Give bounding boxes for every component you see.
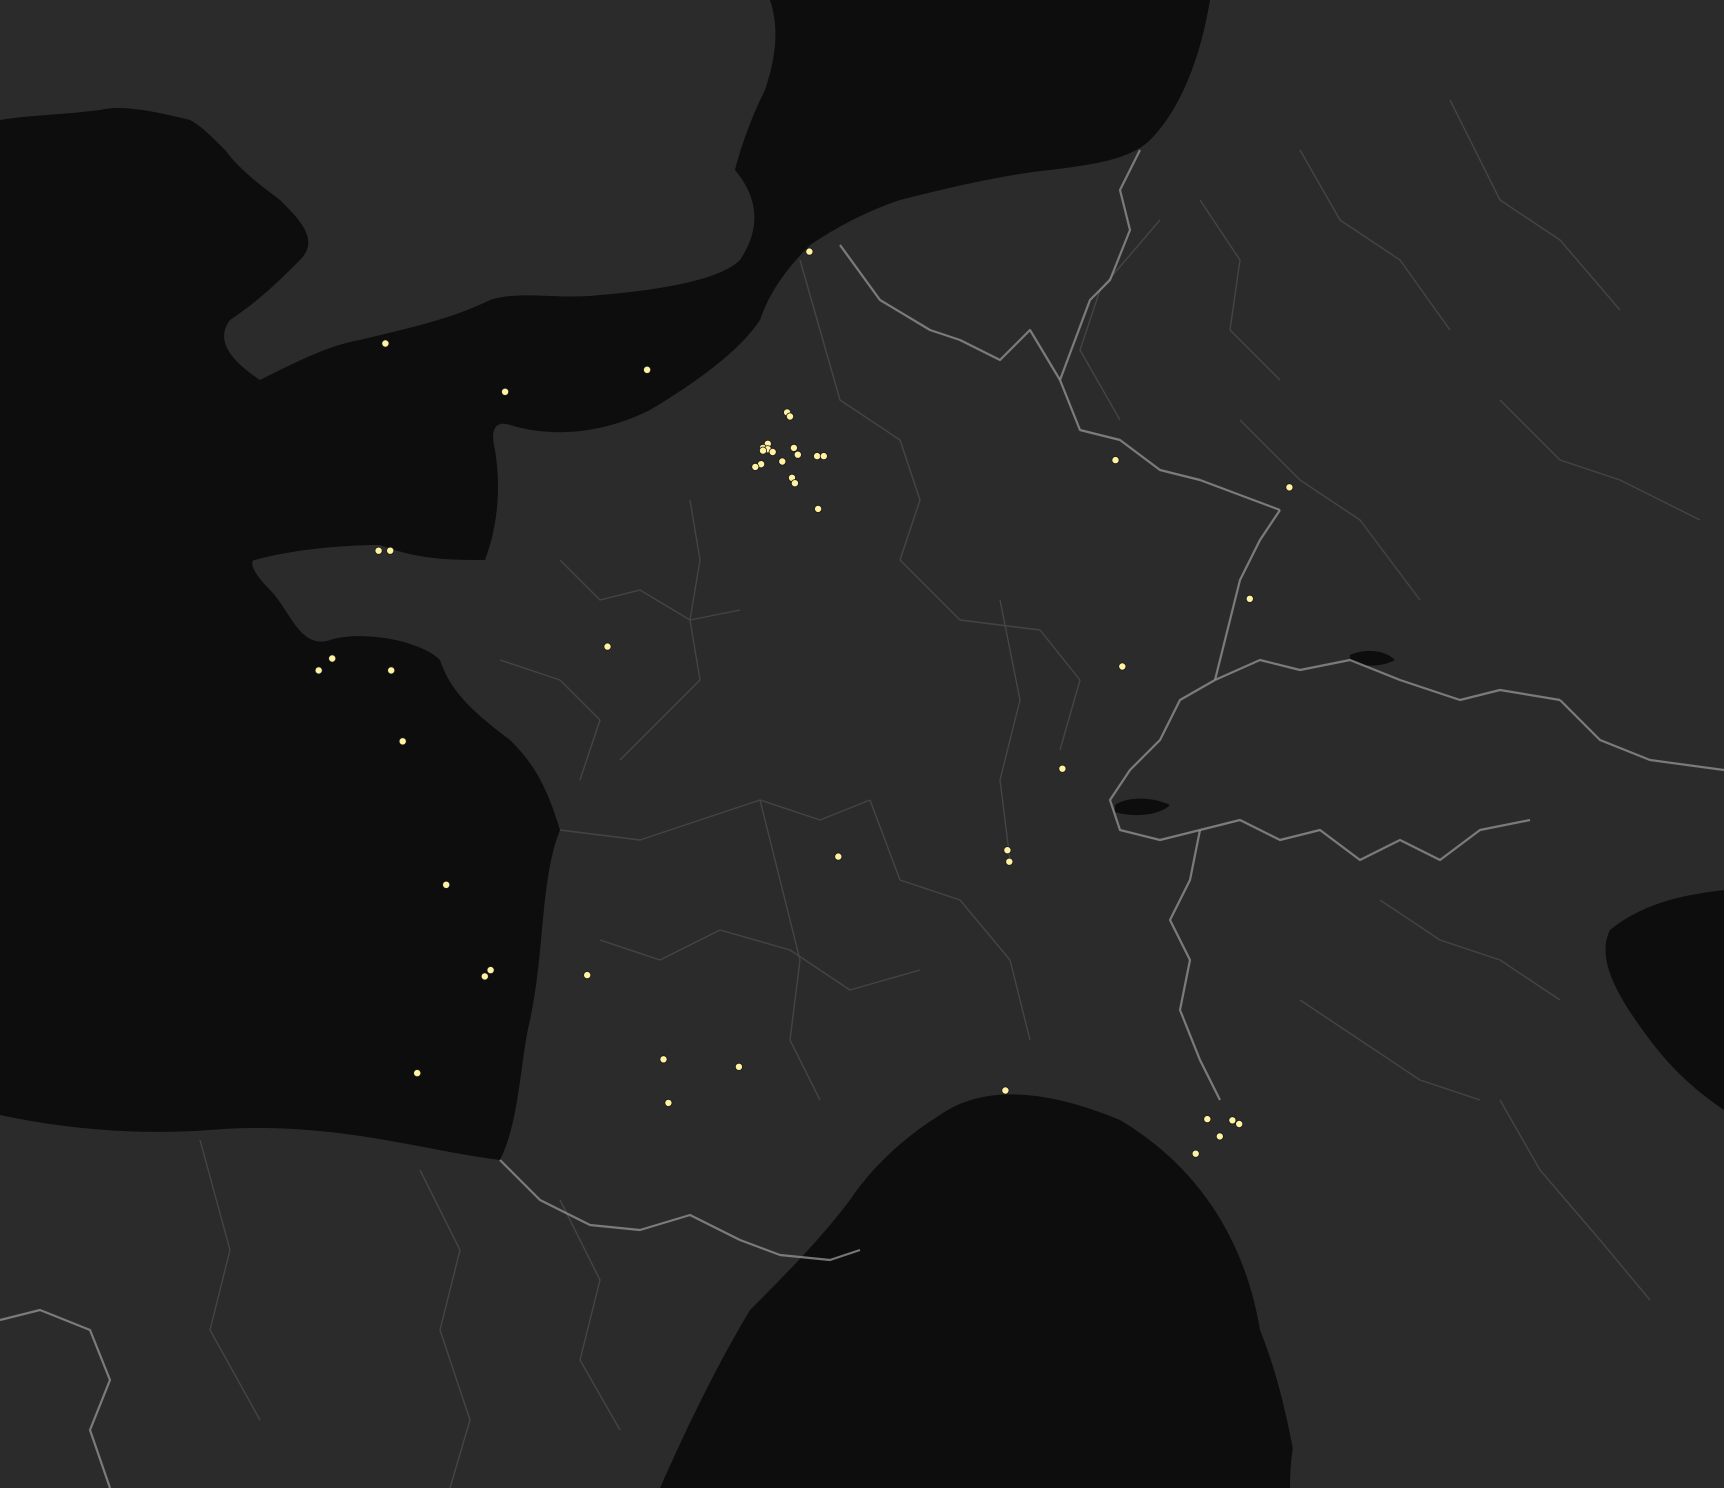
map-svg[interactable] [0,0,1724,1488]
location-marker[interactable] [486,966,495,975]
location-marker[interactable] [759,446,768,455]
location-marker[interactable] [786,412,795,421]
location-marker[interactable] [1228,1116,1237,1125]
location-marker[interactable] [1111,456,1120,465]
location-marker[interactable] [751,462,760,471]
location-marker[interactable] [1215,1132,1224,1141]
location-marker[interactable] [1003,846,1012,855]
location-marker[interactable] [386,546,395,555]
location-marker[interactable] [381,339,390,348]
location-marker[interactable] [1118,662,1127,671]
location-marker[interactable] [583,971,592,980]
location-marker[interactable] [790,479,799,488]
location-marker[interactable] [1005,857,1014,866]
location-marker[interactable] [1001,1086,1010,1095]
location-marker[interactable] [643,365,652,374]
location-marker[interactable] [480,972,489,981]
location-marker[interactable] [603,642,612,651]
location-marker[interactable] [442,880,451,889]
location-marker[interactable] [1285,483,1294,492]
location-marker[interactable] [659,1055,668,1064]
location-marker[interactable] [374,546,383,555]
location-marker[interactable] [734,1062,743,1071]
location-marker[interactable] [328,654,337,663]
location-marker[interactable] [814,504,823,513]
location-marker[interactable] [501,387,510,396]
location-marker[interactable] [387,666,396,675]
location-marker[interactable] [413,1069,422,1078]
location-marker[interactable] [1245,594,1254,603]
location-marker[interactable] [314,666,323,675]
location-marker[interactable] [398,737,407,746]
location-marker[interactable] [778,457,787,466]
map-canvas[interactable] [0,0,1724,1488]
location-marker[interactable] [1058,764,1067,773]
location-marker[interactable] [805,247,814,256]
location-marker[interactable] [1235,1120,1244,1129]
location-marker[interactable] [664,1098,673,1107]
location-marker[interactable] [1203,1115,1212,1124]
location-marker[interactable] [793,450,802,459]
location-marker[interactable] [819,452,828,461]
location-marker[interactable] [813,452,822,461]
location-marker[interactable] [789,443,798,452]
location-marker[interactable] [1191,1149,1200,1158]
location-marker[interactable] [768,447,777,456]
location-marker[interactable] [834,852,843,861]
